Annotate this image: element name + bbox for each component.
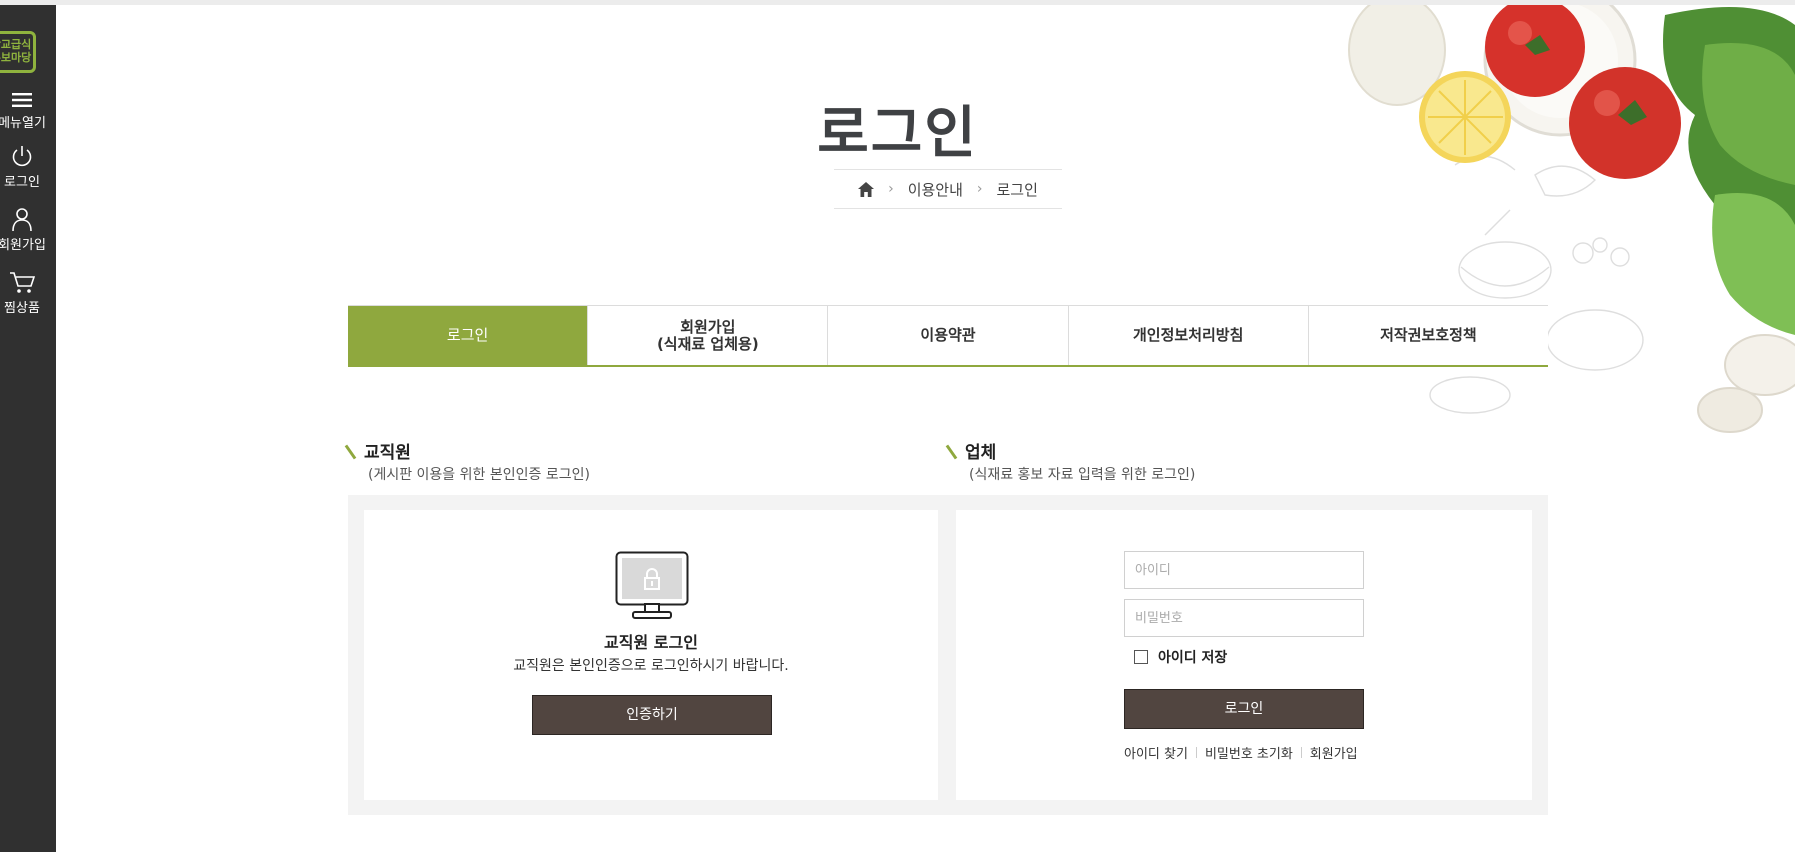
link-divider <box>1195 747 1197 758</box>
breadcrumb-separator: › <box>888 181 894 197</box>
tab-bar: 로그인 회원가입 (식재료 업체용) 이용약관 개인정보처리방침 저작권보호정책 <box>348 305 1549 367</box>
home-icon[interactable] <box>858 181 875 197</box>
staff-section-title: 교직원 <box>344 438 411 463</box>
vendor-section-title-text: 업체 <box>965 443 997 463</box>
breadcrumb: › 이용안내 › 로그인 <box>834 169 1062 209</box>
tab-privacy-policy[interactable]: 개인정보처리방침 <box>1068 306 1309 365</box>
vendor-section-title: 업체 <box>945 438 997 463</box>
logo-line-1: 학교급식 <box>0 38 32 51</box>
vendor-id-input[interactable] <box>1124 551 1364 589</box>
logo-line-2: 홍보마당 <box>0 51 32 64</box>
staff-login-title: 교직원 로그인 <box>604 633 698 652</box>
find-id-link[interactable]: 아이디 찾기 <box>1124 743 1188 762</box>
sidebar-item-label: 찜상품 <box>4 301 40 316</box>
title-accent-mark <box>344 444 357 460</box>
tab-vendor-signup[interactable]: 회원가입 (식재료 업체용) <box>588 306 829 365</box>
remember-id-option[interactable]: 아이디 저장 <box>1134 647 1227 667</box>
link-divider <box>1300 747 1302 758</box>
staff-section-title-text: 교직원 <box>364 443 411 463</box>
sidebar-item-label: 회원가입 <box>0 238 46 253</box>
breadcrumb-item[interactable]: 이용안내 <box>908 179 963 200</box>
tab-copyright-policy[interactable]: 저작권보호정책 <box>1308 306 1549 365</box>
breadcrumb-separator: › <box>976 181 983 197</box>
login-panels: 교직원 로그인 교직원은 본인인증으로 로그인하시기 바랍니다. 인증하기 아이… <box>348 495 1548 815</box>
vendor-section-subtitle: (식재료 홍보 자료 입력을 위한 로그인) <box>969 467 1196 483</box>
vendor-login-button[interactable]: 로그인 <box>1124 689 1364 729</box>
cart-icon <box>9 269 35 295</box>
account-links: 아이디 찾기 비밀번호 초기화 회원가입 <box>1124 743 1358 762</box>
page-title: 로그인 <box>817 101 978 166</box>
food-decoration-image <box>1335 0 1795 475</box>
reset-password-link[interactable]: 비밀번호 초기화 <box>1205 743 1293 762</box>
verify-button[interactable]: 인증하기 <box>532 695 772 735</box>
staff-section-subtitle: (게시판 이용을 위한 본인인증 로그인) <box>368 467 590 483</box>
tab-login[interactable]: 로그인 <box>348 306 589 365</box>
user-icon <box>9 206 35 232</box>
tab-terms[interactable]: 이용약관 <box>828 306 1069 365</box>
sidebar-item-label: 로그인 <box>4 175 40 190</box>
title-accent-mark <box>945 444 958 460</box>
remember-id-checkbox[interactable] <box>1134 650 1148 664</box>
sidebar-item-signup[interactable]: 회원가입 <box>0 206 56 253</box>
signup-link[interactable]: 회원가입 <box>1310 743 1358 762</box>
site-logo[interactable]: 학교급식 홍보마당 <box>0 31 36 73</box>
breadcrumb-item-current: 로그인 <box>996 180 1038 199</box>
sidebar-item-wishlist[interactable]: 찜상품 <box>0 269 56 316</box>
vendor-login-panel: 아이디 저장 로그인 아이디 찾기 비밀번호 초기화 회원가입 <box>956 510 1532 800</box>
staff-login-description: 교직원은 본인인증으로 로그인하시기 바랍니다. <box>513 658 789 674</box>
staff-login-panel: 교직원 로그인 교직원은 본인인증으로 로그인하시기 바랍니다. 인증하기 <box>364 510 938 800</box>
monitor-lock-icon <box>615 551 689 621</box>
vendor-password-input[interactable] <box>1124 599 1364 637</box>
remember-id-label: 아이디 저장 <box>1158 650 1228 666</box>
